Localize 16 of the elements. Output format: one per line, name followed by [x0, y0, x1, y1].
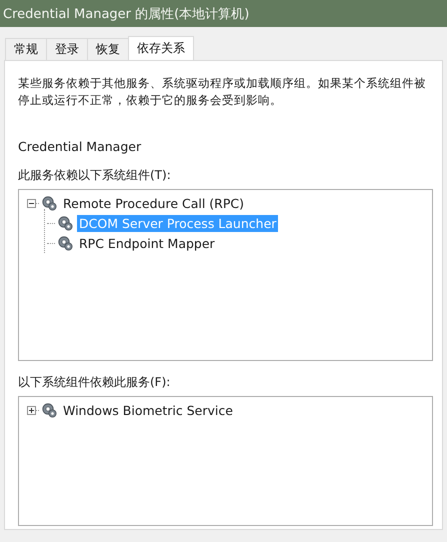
- gear-icon: [40, 401, 58, 419]
- tab[interactable]: 常规: [5, 38, 47, 60]
- gear-icon: [40, 194, 58, 212]
- window-title: Credential Manager 的属性(本地计算机): [3, 6, 250, 22]
- service-name: Credential Manager: [18, 139, 142, 154]
- gear-icon: [56, 214, 74, 232]
- gear-icon: [56, 234, 74, 252]
- tree-item[interactable]: Windows Biometric Service: [61, 402, 235, 418]
- collapse-icon[interactable]: [27, 198, 36, 208]
- tree-item[interactable]: Remote Procedure Call (RPC): [61, 194, 246, 212]
- tree-item[interactable]: RPC Endpoint Mapper: [77, 234, 217, 252]
- description-text: 某些服务依赖于其他服务、系统驱动程序或加载顺序组。如果某个系统组件被停止或运行不正常，依赖于它的服务会受到影响。: [18, 75, 427, 109]
- list-label: 此服务依赖以下系统组件(T):: [18, 167, 172, 184]
- expand-icon[interactable]: [27, 406, 36, 414]
- list-label: 以下系统组件依赖此服务(F):: [18, 374, 172, 391]
- tab[interactable]: 依存关系: [128, 36, 194, 60]
